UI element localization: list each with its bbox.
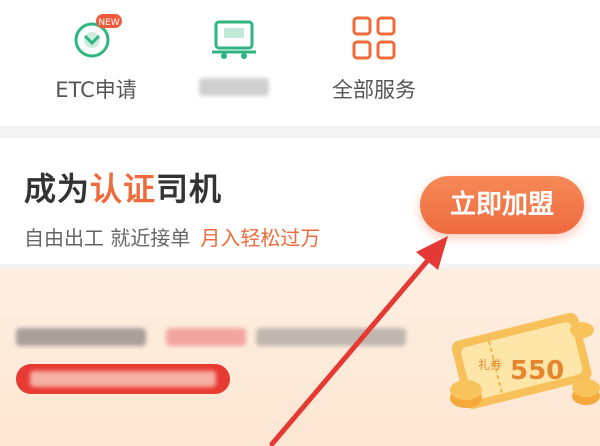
etc-icon: NEW <box>68 10 124 66</box>
grid-icon <box>346 10 402 66</box>
service-all[interactable]: 全部服务 <box>304 0 444 120</box>
join-button[interactable]: 立即加盟 <box>420 176 584 234</box>
service-etc[interactable]: NEW ETC申请 <box>26 0 166 120</box>
promo-tag <box>16 364 230 394</box>
service-grid: NEW ETC申请 全部服务 <box>0 0 600 126</box>
new-badge: NEW <box>98 18 119 28</box>
truck-icon <box>206 10 262 66</box>
coupon-label: 礼券 <box>478 358 503 372</box>
promo-card[interactable]: 礼券 550 <box>0 268 600 446</box>
driver-banner: 成为认证司机 自由出工 就近接单 月入轻松过万 立即加盟 <box>0 138 600 264</box>
promo-text <box>16 324 416 350</box>
coupon-value: 550 <box>510 356 565 386</box>
service-label: 全部服务 <box>332 78 416 102</box>
service-truck[interactable] <box>164 0 304 120</box>
service-label <box>164 74 304 98</box>
coupon-ticket: 礼券 550 <box>436 278 600 438</box>
service-label: ETC申请 <box>55 78 137 102</box>
banner-title: 成为认证司机 <box>24 170 223 208</box>
banner-subtitle: 自由出工 就近接单 月入轻松过万 <box>24 226 321 250</box>
